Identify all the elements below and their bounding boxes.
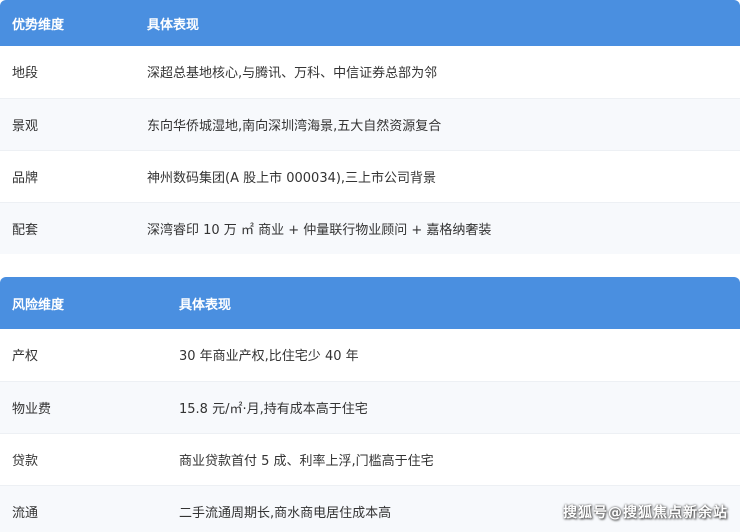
- advantages-header-detail: 具体表现: [135, 0, 740, 46]
- risk-dimension: 物业费: [0, 381, 167, 434]
- advantage-detail: 深湾睿印 10 万 ㎡ 商业 + 仲量联行物业顾问 + 嘉格纳奢装: [135, 202, 740, 254]
- watermark: 搜狐号@搜狐焦点新余站: [563, 505, 728, 521]
- table-row: 物业费 15.8 元/㎡·月,持有成本高于住宅: [0, 381, 740, 434]
- advantage-dimension: 景观: [0, 98, 135, 151]
- risk-detail: 30 年商业产权,比住宅少 40 年: [167, 329, 740, 382]
- page: 优势维度 具体表现 地段 深超总基地核心,与腾讯、万科、中信证券总部为邻 景观 …: [0, 0, 740, 532]
- advantage-detail: 神州数码集团(A 股上市 000034),三上市公司背景: [135, 150, 740, 203]
- advantages-table: 优势维度 具体表现 地段 深超总基地核心,与腾讯、万科、中信证券总部为邻 景观 …: [0, 0, 740, 254]
- risks-header-dimension: 风险维度: [0, 277, 167, 329]
- table-row: 产权 30 年商业产权,比住宅少 40 年: [0, 329, 740, 382]
- advantage-detail: 深超总基地核心,与腾讯、万科、中信证券总部为邻: [135, 46, 740, 99]
- table-row: 地段 深超总基地核心,与腾讯、万科、中信证券总部为邻: [0, 46, 740, 99]
- table-row: 配套 深湾睿印 10 万 ㎡ 商业 + 仲量联行物业顾问 + 嘉格纳奢装: [0, 202, 740, 254]
- risk-dimension: 贷款: [0, 433, 167, 486]
- risks-header-detail: 具体表现: [167, 277, 740, 329]
- risk-detail: 商业贷款首付 5 成、利率上浮,门槛高于住宅: [167, 433, 740, 486]
- advantages-header-dimension: 优势维度: [0, 0, 135, 46]
- risk-detail: 15.8 元/㎡·月,持有成本高于住宅: [167, 381, 740, 434]
- risk-dimension: 流通: [0, 485, 167, 532]
- advantage-dimension: 品牌: [0, 150, 135, 203]
- risks-header-row: 风险维度 具体表现: [0, 277, 740, 329]
- table-row: 景观 东向华侨城湿地,南向深圳湾海景,五大自然资源复合: [0, 98, 740, 151]
- risk-dimension: 产权: [0, 329, 167, 382]
- risks-table: 风险维度 具体表现 产权 30 年商业产权,比住宅少 40 年 物业费 15.8…: [0, 277, 740, 532]
- advantage-dimension: 地段: [0, 46, 135, 99]
- advantage-dimension: 配套: [0, 202, 135, 254]
- advantages-header-row: 优势维度 具体表现: [0, 0, 740, 46]
- table-row: 贷款 商业贷款首付 5 成、利率上浮,门槛高于住宅: [0, 433, 740, 486]
- table-row: 品牌 神州数码集团(A 股上市 000034),三上市公司背景: [0, 150, 740, 203]
- advantage-detail: 东向华侨城湿地,南向深圳湾海景,五大自然资源复合: [135, 98, 740, 151]
